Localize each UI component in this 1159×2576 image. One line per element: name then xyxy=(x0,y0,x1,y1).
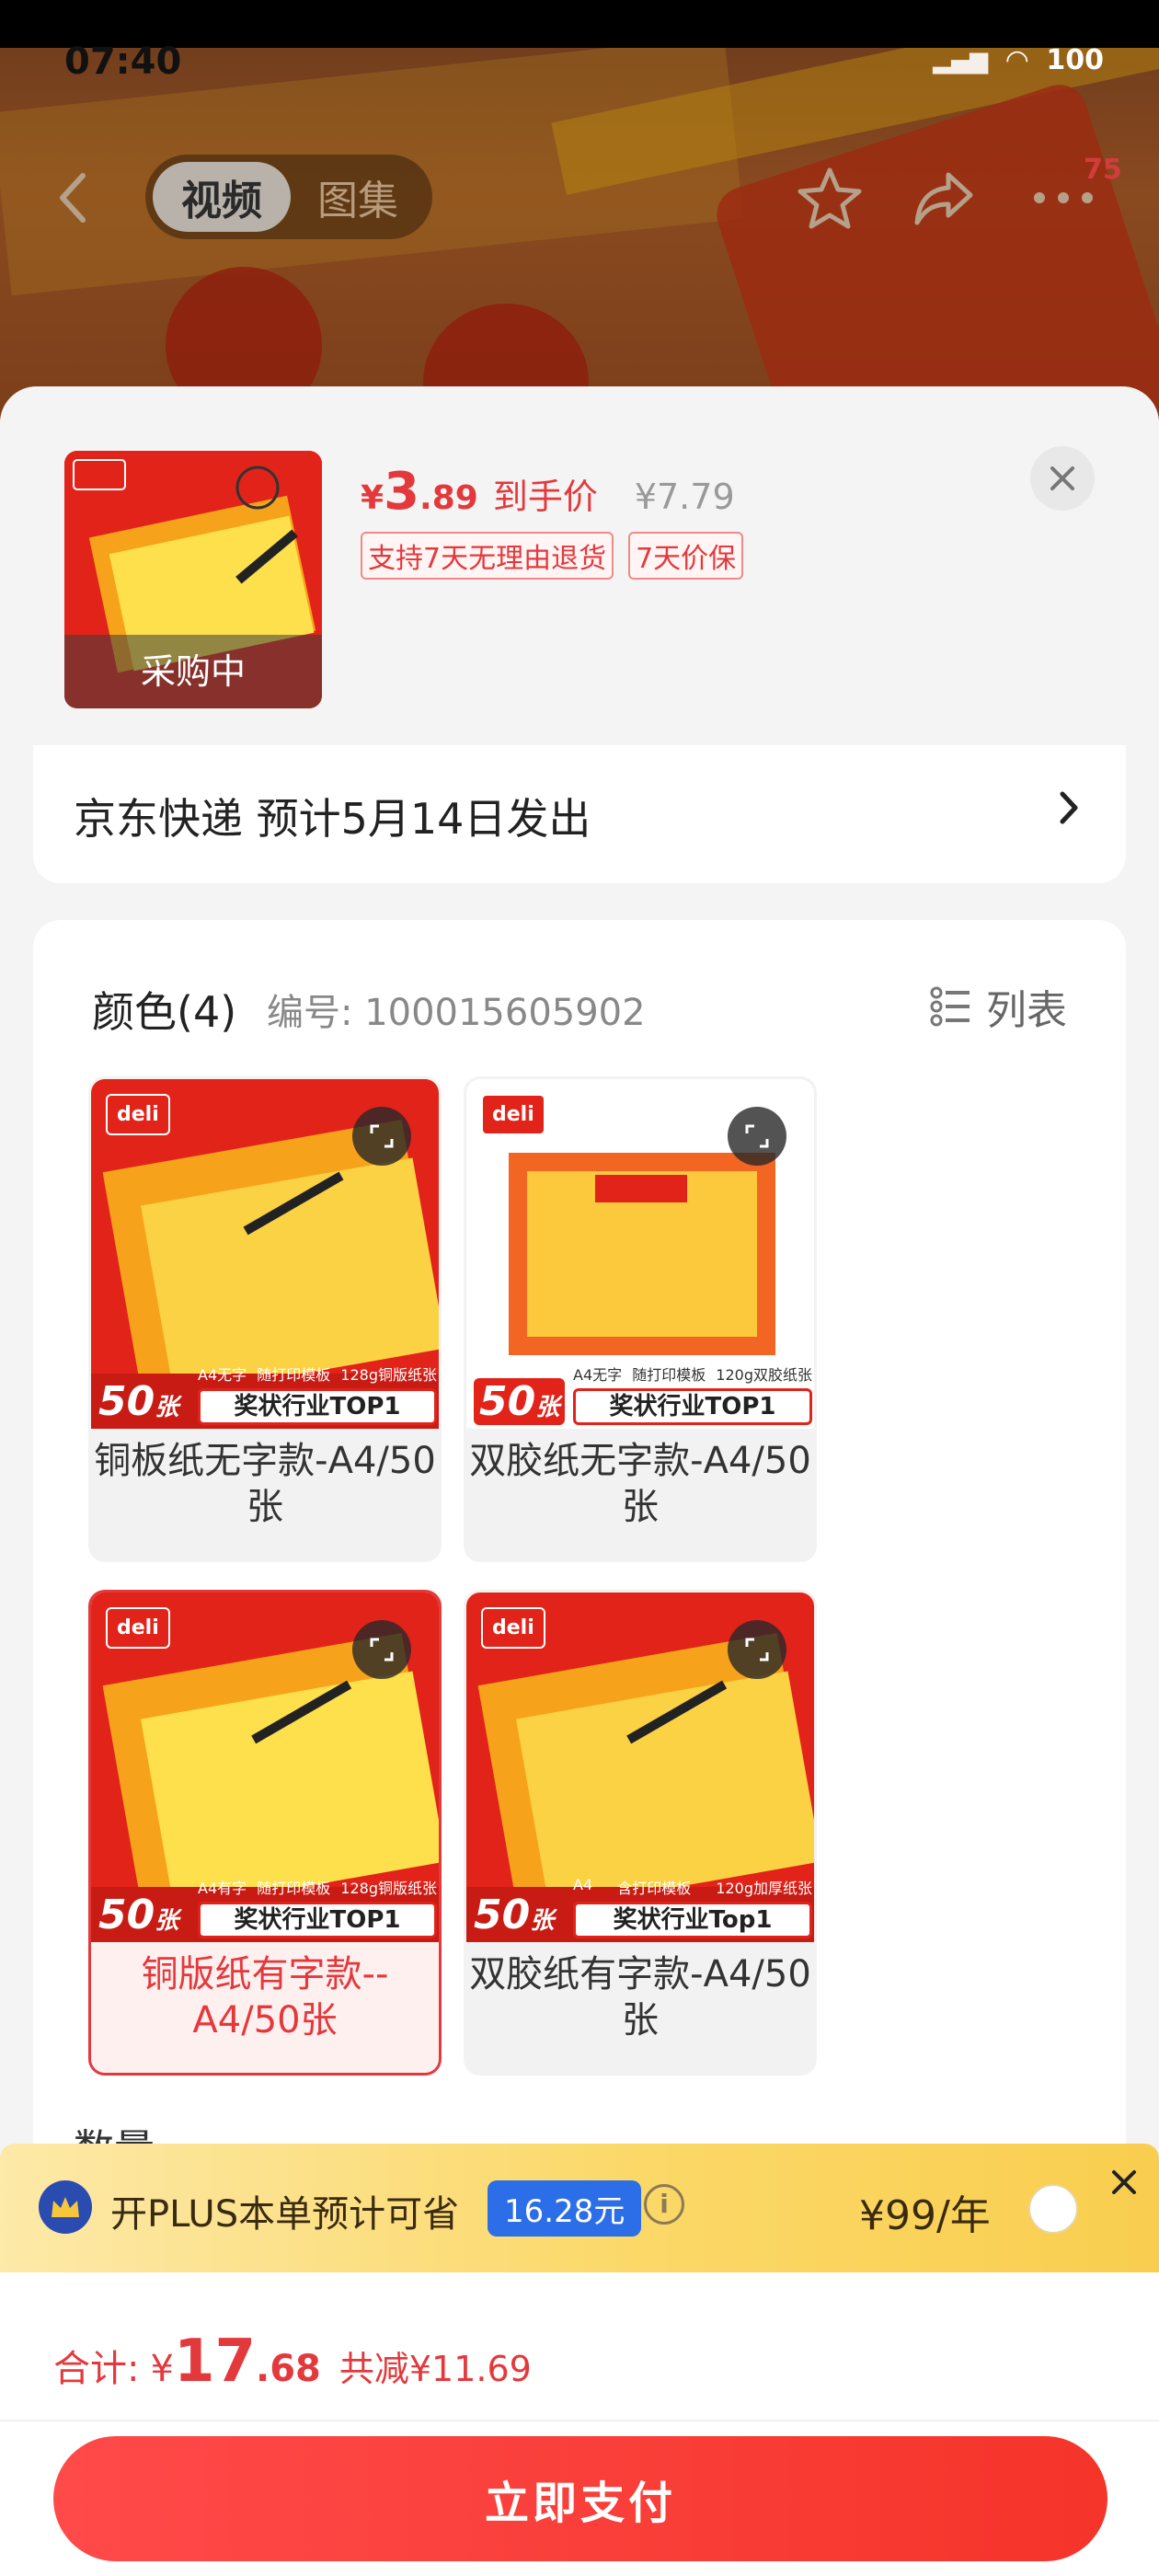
expand-button[interactable] xyxy=(728,1107,786,1166)
option-info: A4有字 随打印模板 128g铜版纸张 xyxy=(198,1880,437,1897)
option-ribbon: 奖状行业TOP1 xyxy=(198,1902,437,1938)
sheet-count: 50张 xyxy=(98,1378,179,1425)
price-line: ¥3.89 到手价 ¥7.79 xyxy=(361,462,735,522)
option-ribbon: 奖状行业TOP1 xyxy=(573,1388,812,1425)
share-icon xyxy=(914,172,973,225)
brand-logo: deli xyxy=(481,1607,545,1649)
plus-select-radio[interactable] xyxy=(1028,2184,1078,2234)
back-button[interactable] xyxy=(55,166,101,230)
list-view-toggle[interactable]: 列表 xyxy=(929,977,1067,1036)
list-view-label: 列表 xyxy=(986,987,1067,1034)
final-price: ¥3.89 xyxy=(361,462,478,522)
shipping-text: 京东快递 预计5月14日发出 xyxy=(74,794,591,844)
close-plus-button[interactable] xyxy=(1104,2162,1144,2202)
checkout-footer: 合计: ¥17.68 共减¥11.69 立即支付 xyxy=(0,2272,1159,2576)
total-discount: 共减¥11.69 xyxy=(339,2349,532,2389)
sheet-count: 50张 xyxy=(474,1378,566,1425)
media-tabs: 视频 图集 xyxy=(145,155,432,239)
total-label: 合计: xyxy=(53,2348,140,2390)
spec-option[interactable]: deli A4无字 随打印模板 128g铜版纸张 50张 奖状行业TOP1 铜板纸无… xyxy=(88,1076,442,1562)
sheet-count: 50张 xyxy=(98,1892,179,1938)
message-badge: 75 xyxy=(1084,154,1122,186)
star-icon xyxy=(798,167,862,229)
option-label: 铜版纸有字款--A4/50张 xyxy=(141,1953,389,2041)
expand-button[interactable] xyxy=(352,1107,411,1166)
pay-now-button[interactable]: 立即支付 xyxy=(53,2436,1107,2561)
battery-level: 100 xyxy=(1046,44,1104,76)
more-icon xyxy=(1034,192,1093,203)
wifi-icon: ◠ xyxy=(1006,44,1028,76)
product-thumbnail[interactable]: 采购中 xyxy=(64,451,322,708)
crown-icon xyxy=(39,2180,92,2234)
signal-icon: ▂▄▆ xyxy=(933,46,989,75)
spec-option-selected[interactable]: deli A4有字 随打印模板 128g铜版纸张 50张 奖状行业TOP1 铜版纸有… xyxy=(88,1590,442,2076)
price-label: 到手价 xyxy=(492,477,598,517)
expand-icon xyxy=(745,1638,769,1662)
order-total: 合计: ¥17.68 共减¥11.69 xyxy=(53,2328,532,2396)
close-icon xyxy=(1050,466,1074,490)
plus-promo-text: 开PLUS本单预计可省 xyxy=(110,2193,460,2236)
expand-button[interactable] xyxy=(352,1620,411,1679)
expand-icon xyxy=(745,1124,769,1148)
item-number: 编号: 100015605902 xyxy=(267,992,646,1034)
divider xyxy=(0,2420,1159,2421)
option-info: A4无字 随打印模板 120g双胶纸张 xyxy=(573,1366,812,1384)
info-icon[interactable]: i xyxy=(644,2184,684,2225)
tab-gallery[interactable]: 图集 xyxy=(291,167,425,226)
service-tag: 7天价保 xyxy=(628,532,744,580)
option-ribbon: 奖状行业Top1 xyxy=(573,1902,812,1938)
brand-logo: deli xyxy=(481,1094,545,1135)
expand-button[interactable] xyxy=(728,1620,786,1679)
expand-icon xyxy=(370,1638,394,1662)
option-label: 双胶纸无字款-A4/50张 xyxy=(469,1440,811,1528)
favorite-button[interactable] xyxy=(793,161,866,235)
original-price: ¥7.79 xyxy=(634,477,735,517)
product-summary: 采购中 ¥3.89 到手价 ¥7.79 支持7天无理由退货 7天价保 xyxy=(0,386,1159,754)
service-tag: 支持7天无理由退货 xyxy=(361,532,614,580)
list-icon xyxy=(930,986,970,1027)
plus-promo-bar[interactable]: 开PLUS本单预计可省 16.28元 i ¥99/年 xyxy=(0,2144,1159,2272)
thumbnail-status-tag: 采购中 xyxy=(64,635,322,708)
brand-logo: deli xyxy=(106,1094,170,1135)
brand-logo: deli xyxy=(106,1607,170,1649)
close-button[interactable] xyxy=(1030,446,1095,511)
spec-option[interactable]: deli A4 含打印模板 120g加厚纸张 50张 奖状行业Top1 双胶纸有字款… xyxy=(464,1590,817,2076)
plus-price: ¥99/年 xyxy=(859,2192,991,2239)
option-ribbon: 奖状行业TOP1 xyxy=(198,1388,437,1425)
share-button[interactable] xyxy=(907,161,981,235)
status-indicators: ▂▄▆ ◠ 100 xyxy=(933,44,1104,76)
spec-option[interactable]: deli A4无字 随打印模板 120g双胶纸张 50张 奖状行业TOP1 双胶纸无… xyxy=(464,1076,817,1562)
status-time: 07:40 xyxy=(64,40,182,83)
close-icon xyxy=(1112,2170,1136,2194)
service-tags: 支持7天无理由退货 7天价保 xyxy=(361,532,744,580)
sheet-count: 50张 xyxy=(474,1892,555,1938)
chevron-right-icon xyxy=(1060,791,1078,824)
plus-savings-badge: 16.28元 xyxy=(488,2180,642,2237)
expand-icon xyxy=(370,1124,394,1148)
option-info: A4无字 随打印模板 128g铜版纸张 xyxy=(198,1366,437,1384)
spec-title: 颜色(4) xyxy=(92,987,237,1037)
tab-video[interactable]: 视频 xyxy=(153,162,291,232)
shipping-row[interactable]: 京东快递 预计5月14日发出 xyxy=(33,745,1126,883)
back-icon xyxy=(60,173,86,223)
option-info: A4 含打印模板 120g加厚纸张 xyxy=(573,1876,812,1897)
option-label: 铜板纸无字款-A4/50张 xyxy=(94,1440,436,1528)
option-label: 双胶纸有字款-A4/50张 xyxy=(469,1953,811,2041)
